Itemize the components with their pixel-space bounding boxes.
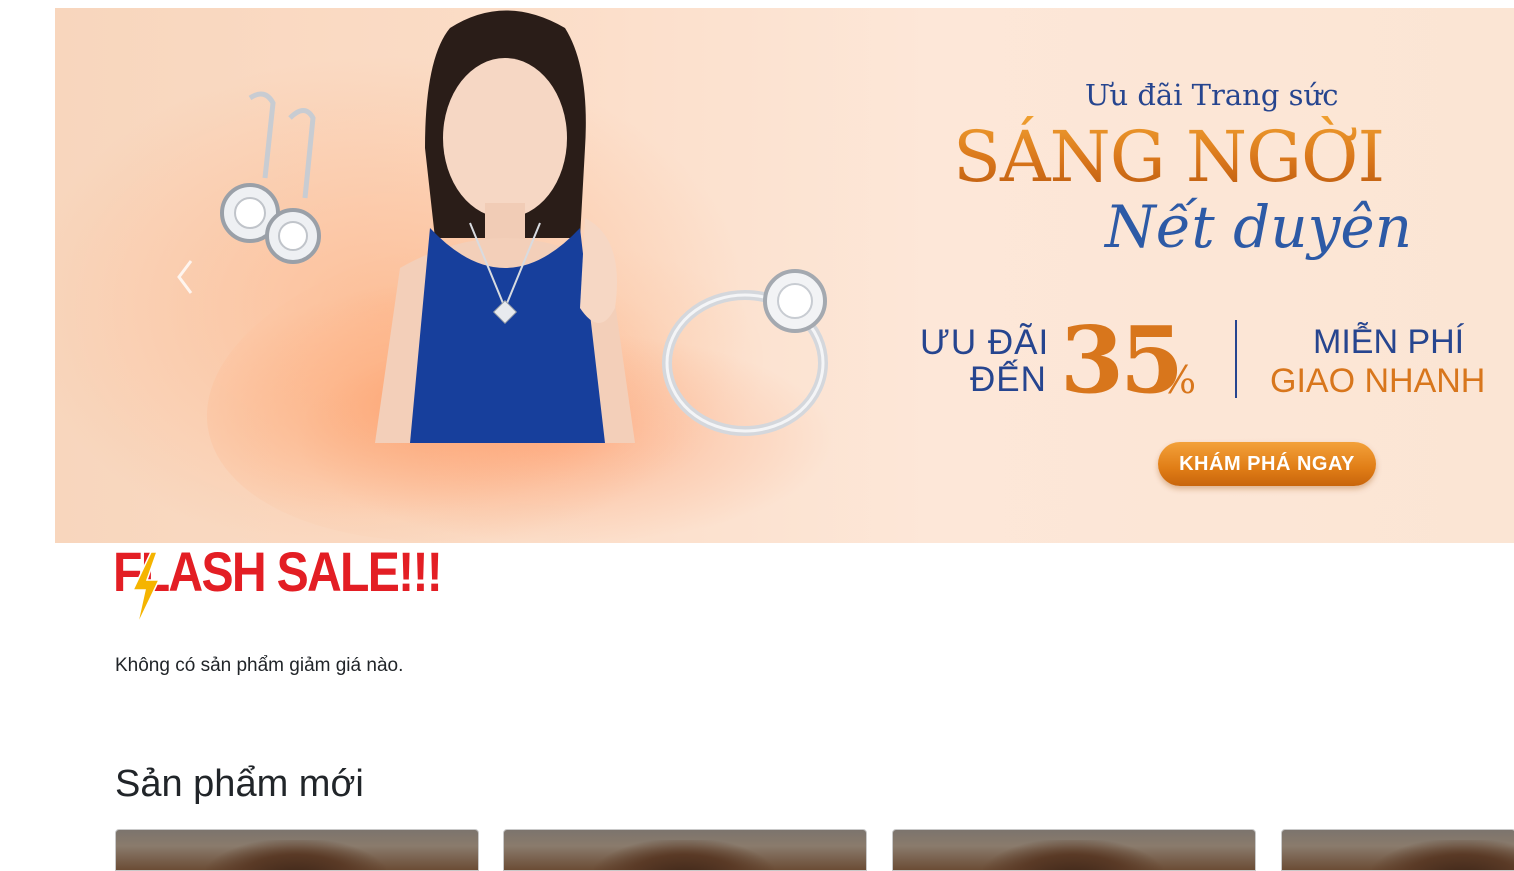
promo-subtitle: Ưu đãi Trang sức xyxy=(1085,78,1339,112)
product-image xyxy=(983,840,1163,870)
deal-label-line1: ƯU ĐÃI xyxy=(920,323,1050,362)
shipping-label-line2: GIAO NHANH xyxy=(1270,362,1486,400)
promo-divider xyxy=(1235,320,1237,398)
deal-unit: % xyxy=(1160,358,1197,402)
product-image xyxy=(206,840,386,870)
product-card[interactable] xyxy=(1281,829,1514,871)
product-card[interactable] xyxy=(503,829,867,871)
chevron-left-icon xyxy=(177,259,193,294)
model-photo xyxy=(375,10,635,443)
product-card[interactable] xyxy=(115,829,479,871)
shipping-label-line1: MIỄN PHÍ xyxy=(1313,323,1465,361)
explore-now-button[interactable]: KHÁM PHÁ NGAY xyxy=(1158,442,1376,486)
flash-sale-logo: FLASH SALE!!! xyxy=(113,540,443,630)
promo-text-block: Ưu đãi Trang sức SÁNG NGỜI Nết duyên ƯU … xyxy=(905,68,1514,508)
hero-banner[interactable]: Ưu đãi Trang sức SÁNG NGỜI Nết duyên ƯU … xyxy=(55,8,1514,543)
product-image xyxy=(1372,840,1514,870)
promo-title: SÁNG NGỜI xyxy=(953,116,1385,198)
deal-label-line2: ĐẾN xyxy=(970,360,1047,399)
flash-sale-empty-message: Không có sản phẩm giảm giá nào. xyxy=(115,655,404,676)
product-image xyxy=(594,840,774,870)
promo-script-title: Nết duyên xyxy=(1105,193,1413,261)
lightning-bolt-icon xyxy=(131,551,161,627)
earrings-image xyxy=(220,91,321,264)
new-products-heading: Sản phẩm mới xyxy=(115,763,364,805)
carousel-prev-button[interactable] xyxy=(165,253,205,303)
ring-image xyxy=(662,269,828,436)
product-card[interactable] xyxy=(892,829,1256,871)
